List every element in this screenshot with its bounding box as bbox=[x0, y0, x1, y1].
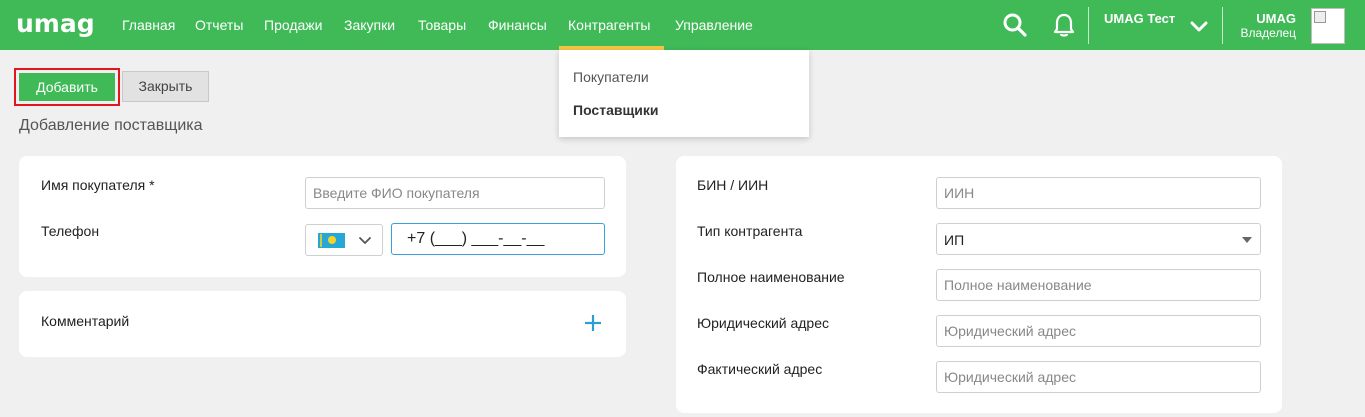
caret-down-icon bbox=[1242, 237, 1252, 243]
country-code-select[interactable] bbox=[305, 224, 383, 256]
nav-item-management[interactable]: Управление bbox=[675, 0, 753, 50]
actual-address-input[interactable] bbox=[936, 361, 1261, 393]
nav-item-finance[interactable]: Финансы bbox=[488, 0, 547, 50]
counterparties-dropdown-menu: Покупатели Поставщики bbox=[559, 50, 809, 137]
chevron-down-icon bbox=[359, 237, 371, 244]
close-button[interactable]: Закрыть bbox=[122, 71, 209, 102]
nav-item-sales[interactable]: Продажи bbox=[264, 0, 322, 50]
legal-address-label: Юридический адрес bbox=[697, 315, 830, 331]
nav-item-counterparties[interactable]: Контрагенты bbox=[568, 0, 650, 50]
toolbar-divider bbox=[1222, 7, 1223, 44]
counterparty-type-value: ИП bbox=[944, 232, 965, 248]
user-role: Владелец bbox=[1240, 26, 1296, 40]
kazakhstan-flag-icon bbox=[318, 233, 345, 248]
actual-address-label: Фактический адрес bbox=[697, 361, 823, 377]
add-button[interactable]: Добавить bbox=[19, 73, 115, 101]
chevron-down-icon[interactable] bbox=[1189, 16, 1209, 36]
legal-address-input[interactable] bbox=[936, 315, 1261, 347]
name-input[interactable] bbox=[305, 177, 605, 209]
comment-label: Комментарий bbox=[41, 313, 130, 329]
avatar[interactable] bbox=[1311, 8, 1345, 44]
comment-card: Комментарий bbox=[19, 291, 626, 357]
search-icon[interactable] bbox=[1001, 11, 1029, 39]
nav-item-purchases[interactable]: Закупки bbox=[344, 0, 395, 50]
user-name[interactable]: UMAG bbox=[1256, 11, 1296, 26]
counterparty-type-select[interactable]: ИП bbox=[936, 223, 1261, 255]
phone-label: Телефон bbox=[41, 223, 100, 239]
top-navigation-bar: umag Главная Отчеты Продажи Закупки Това… bbox=[0, 0, 1365, 50]
menu-item-customers[interactable]: Покупатели bbox=[573, 69, 649, 85]
plus-icon[interactable] bbox=[582, 312, 604, 334]
nav-item-products[interactable]: Товары bbox=[418, 0, 466, 50]
nav-item-home[interactable]: Главная bbox=[122, 0, 175, 50]
company-details-card: БИН / ИИН Тип контрагента ИП Полное наим… bbox=[676, 156, 1282, 413]
name-label: Имя покупателя * bbox=[41, 177, 155, 193]
bin-label: БИН / ИИН bbox=[697, 177, 769, 193]
bin-input[interactable] bbox=[936, 177, 1261, 209]
phone-input[interactable] bbox=[391, 223, 605, 255]
counterparty-type-label: Тип контрагента bbox=[697, 223, 803, 239]
bell-icon[interactable] bbox=[1050, 11, 1078, 39]
add-button-highlight: Добавить bbox=[14, 68, 120, 106]
umag-logo[interactable]: umag bbox=[16, 9, 95, 39]
full-name-input[interactable] bbox=[936, 269, 1261, 301]
page-title: Добавление поставщика bbox=[19, 117, 203, 134]
contact-card: Имя покупателя * Телефон bbox=[19, 156, 626, 277]
menu-item-suppliers[interactable]: Поставщики bbox=[573, 102, 659, 118]
full-name-label: Полное наименование bbox=[697, 269, 845, 285]
store-name[interactable]: UMAG Тест bbox=[1104, 11, 1175, 26]
toolbar-divider bbox=[1088, 7, 1089, 44]
nav-item-reports[interactable]: Отчеты bbox=[195, 0, 243, 50]
broken-image-icon bbox=[1314, 11, 1326, 23]
